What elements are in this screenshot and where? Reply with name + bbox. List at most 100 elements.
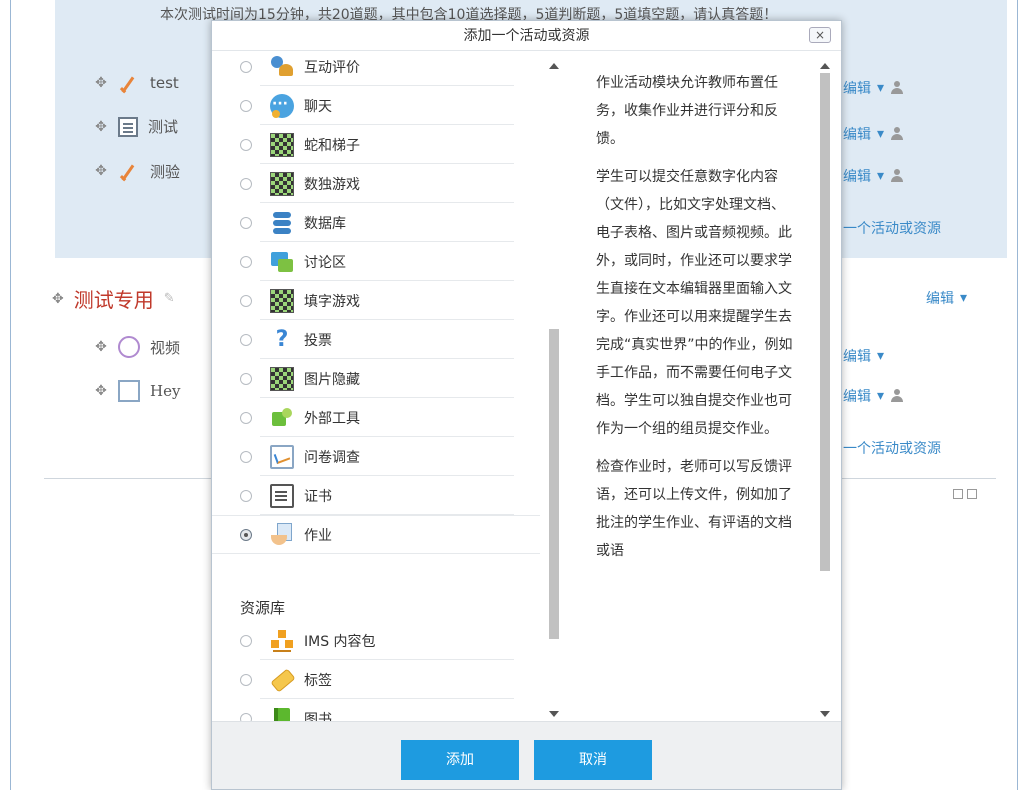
edit-menu-label[interactable]: 编辑 bbox=[926, 288, 954, 308]
person-icon[interactable] bbox=[890, 169, 904, 183]
option-label: 外部工具 bbox=[304, 410, 360, 427]
list-scrollbar[interactable] bbox=[546, 51, 562, 723]
activity-link[interactable]: 视频 bbox=[150, 337, 180, 358]
option-label: 图片隐藏 bbox=[304, 371, 360, 388]
collapse-controls[interactable] bbox=[953, 489, 977, 499]
scroll-thumb[interactable] bbox=[549, 329, 559, 639]
option-crossword[interactable]: 填字游戏 bbox=[212, 281, 540, 320]
radio-button[interactable] bbox=[240, 99, 252, 112]
survey-icon bbox=[118, 380, 140, 402]
activity-link[interactable]: test bbox=[150, 74, 179, 92]
radio-button[interactable] bbox=[240, 372, 252, 385]
edit-menu-label[interactable]: 编辑 bbox=[843, 346, 871, 366]
move-icon[interactable]: ✥ bbox=[94, 163, 108, 179]
activity-row[interactable]: ✥ Hey bbox=[94, 380, 180, 402]
option-database[interactable]: 数据库 bbox=[212, 203, 540, 242]
radio-button[interactable] bbox=[240, 333, 252, 346]
radio-button[interactable] bbox=[240, 177, 252, 190]
option-forum[interactable]: 讨论区 bbox=[212, 242, 540, 281]
person-icon[interactable] bbox=[890, 127, 904, 141]
move-icon[interactable]: ✥ bbox=[94, 339, 108, 355]
add-activity-link[interactable]: 一个活动或资源 bbox=[843, 438, 941, 458]
edit-menu[interactable]: 编辑 ▾ bbox=[843, 346, 884, 366]
collapse-all-icon[interactable] bbox=[967, 489, 977, 499]
option-assignment[interactable]: 作业 bbox=[212, 515, 540, 554]
person-icon[interactable] bbox=[890, 81, 904, 95]
page-icon bbox=[118, 116, 138, 137]
activity-row[interactable]: ✥ 测试 bbox=[94, 116, 178, 137]
option-sudoku[interactable]: 数独游戏 bbox=[212, 164, 540, 203]
option-label-resource[interactable]: 标签 bbox=[212, 660, 540, 699]
option-certificate[interactable]: 证书 bbox=[212, 476, 540, 515]
expand-all-icon[interactable] bbox=[953, 489, 963, 499]
caret-down-icon: ▾ bbox=[877, 388, 885, 404]
option-snakes-ladders[interactable]: 蛇和梯子 bbox=[212, 125, 540, 164]
caret-down-icon: ▾ bbox=[960, 290, 968, 306]
activity-link[interactable]: 测验 bbox=[150, 161, 180, 182]
module-description: 作业活动模块允许教师布置任务，收集作业并进行评分和反馈。 学生可以提交任意数字化… bbox=[566, 51, 842, 723]
radio-button[interactable] bbox=[240, 138, 252, 151]
radio-button[interactable] bbox=[240, 60, 252, 73]
scroll-up-icon[interactable] bbox=[820, 63, 830, 69]
survey-icon bbox=[270, 444, 294, 469]
option-label: 聊天 bbox=[304, 98, 332, 115]
ims-package-icon bbox=[270, 629, 294, 653]
video-icon bbox=[118, 336, 140, 358]
radio-button[interactable] bbox=[240, 450, 252, 463]
scroll-down-icon[interactable] bbox=[549, 711, 559, 717]
option-external-tool[interactable]: 外部工具 bbox=[212, 398, 540, 437]
cancel-button[interactable]: 取消 bbox=[534, 740, 652, 780]
edit-menu-label[interactable]: 编辑 bbox=[843, 124, 871, 144]
edit-menu[interactable]: 编辑 ▾ bbox=[843, 166, 904, 186]
scroll-down-icon[interactable] bbox=[820, 711, 830, 717]
description-scrollbar[interactable] bbox=[817, 51, 833, 723]
edit-menu[interactable]: 编辑 ▾ bbox=[843, 124, 904, 144]
option-survey[interactable]: 问卷调查 bbox=[212, 437, 540, 476]
edit-menu[interactable]: 编辑 ▾ bbox=[843, 78, 904, 98]
scroll-thumb[interactable] bbox=[820, 73, 830, 571]
edit-menu-label[interactable]: 编辑 bbox=[843, 386, 871, 406]
add-activity-link[interactable]: 一个活动或资源 bbox=[843, 218, 941, 238]
radio-button[interactable] bbox=[240, 489, 252, 502]
radio-button[interactable] bbox=[240, 255, 252, 268]
caret-down-icon: ▾ bbox=[877, 80, 885, 96]
edit-menu[interactable]: 编辑 ▾ bbox=[843, 386, 904, 406]
section-edit-menu[interactable]: 编辑 ▾ bbox=[926, 288, 967, 308]
description-paragraph: 检查作业时，老师可以写反馈评语，还可以上传文件，例如加了批注的学生作业、有评语的… bbox=[596, 459, 792, 559]
radio-button[interactable] bbox=[240, 634, 252, 647]
radio-button-selected[interactable] bbox=[240, 528, 252, 541]
option-hidden-picture[interactable]: 图片隐藏 bbox=[212, 359, 540, 398]
close-button[interactable]: × bbox=[809, 27, 831, 43]
radio-button[interactable] bbox=[240, 411, 252, 424]
radio-button[interactable] bbox=[240, 294, 252, 307]
move-icon[interactable]: ✥ bbox=[94, 119, 108, 135]
question-icon: ? bbox=[275, 326, 289, 352]
activity-link[interactable]: 测试 bbox=[148, 116, 178, 137]
move-icon[interactable]: ✥ bbox=[52, 291, 64, 307]
label-icon bbox=[270, 668, 294, 692]
edit-menu-label[interactable]: 编辑 bbox=[843, 78, 871, 98]
pencil-icon[interactable]: ✎ bbox=[164, 291, 175, 306]
option-workshop[interactable]: 互动评价 bbox=[212, 51, 540, 86]
radio-button[interactable] bbox=[240, 673, 252, 686]
option-label: 讨论区 bbox=[304, 254, 346, 271]
option-label: 证书 bbox=[304, 488, 332, 505]
add-button[interactable]: 添加 bbox=[401, 740, 519, 780]
edit-menu-label[interactable]: 编辑 bbox=[843, 166, 871, 186]
person-icon[interactable] bbox=[890, 389, 904, 403]
move-icon[interactable]: ✥ bbox=[94, 383, 108, 399]
option-ims-package[interactable]: IMS 内容包 bbox=[212, 621, 540, 660]
activity-row[interactable]: ✥ 视频 bbox=[94, 336, 180, 358]
activity-row[interactable]: ✥ test bbox=[94, 72, 179, 94]
activity-link[interactable]: Hey bbox=[150, 382, 180, 400]
option-label: 数独游戏 bbox=[304, 176, 360, 193]
radio-button[interactable] bbox=[240, 216, 252, 229]
move-icon[interactable]: ✥ bbox=[94, 75, 108, 91]
activity-row[interactable]: ✥ 测验 bbox=[94, 160, 180, 182]
caret-down-icon: ▾ bbox=[877, 348, 885, 364]
option-book[interactable]: 图书 bbox=[212, 699, 540, 723]
option-choice[interactable]: ? 投票 bbox=[212, 320, 540, 359]
scroll-up-icon[interactable] bbox=[549, 63, 559, 69]
option-label: 问卷调查 bbox=[304, 449, 360, 466]
option-chat[interactable]: 聊天 bbox=[212, 86, 540, 125]
